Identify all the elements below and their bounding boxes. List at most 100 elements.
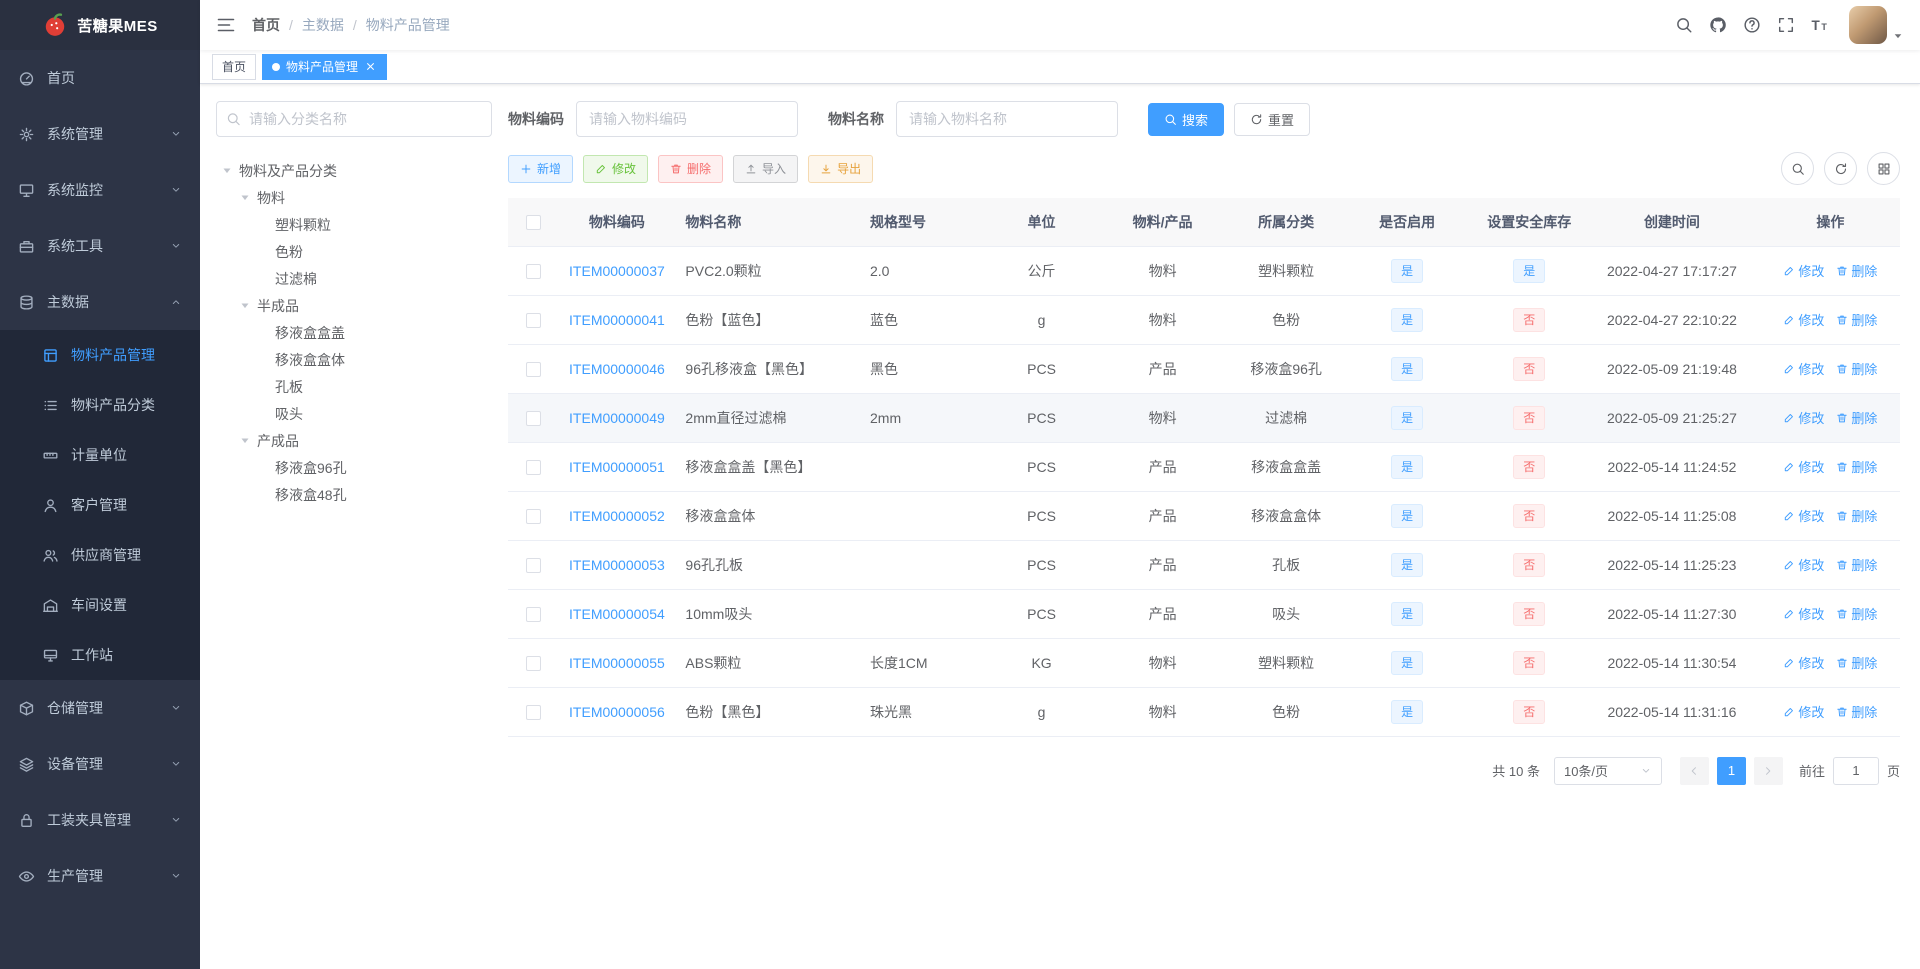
- row-checkbox[interactable]: [525, 263, 541, 279]
- tree-node[interactable]: 过滤棉: [216, 265, 492, 292]
- row-edit-button[interactable]: 修改: [1783, 408, 1824, 427]
- material-code-link[interactable]: ITEM00000041: [569, 312, 665, 328]
- row-edit-button[interactable]: 修改: [1783, 702, 1824, 721]
- row-edit-button[interactable]: 修改: [1783, 653, 1824, 672]
- user-menu[interactable]: [1849, 6, 1904, 44]
- row-edit-button[interactable]: 修改: [1783, 359, 1824, 378]
- sidebar-item[interactable]: 仓储管理: [0, 680, 200, 736]
- sidebar-subitem[interactable]: 供应商管理: [0, 530, 200, 580]
- delete-button[interactable]: 删除: [658, 154, 724, 183]
- fullscreen-icon[interactable]: [1777, 16, 1795, 34]
- row-checkbox[interactable]: [525, 704, 541, 720]
- row-edit-button[interactable]: 修改: [1783, 604, 1824, 623]
- sidebar-subitem[interactable]: 计量单位: [0, 430, 200, 480]
- tree-node[interactable]: 塑料颗粒: [216, 211, 492, 238]
- material-code-link[interactable]: ITEM00000053: [569, 557, 665, 573]
- material-code-link[interactable]: ITEM00000046: [569, 361, 665, 377]
- tab-material-management[interactable]: 物料产品管理: [262, 53, 388, 80]
- sidebar-item[interactable]: 生产管理: [0, 848, 200, 904]
- import-button[interactable]: 导入: [733, 154, 799, 183]
- add-button[interactable]: 新增: [508, 154, 574, 183]
- row-delete-button[interactable]: 删除: [1836, 506, 1877, 525]
- caret-expand-icon[interactable]: [238, 434, 252, 448]
- caret-expand-icon[interactable]: [220, 164, 234, 178]
- row-delete-button[interactable]: 删除: [1836, 408, 1877, 427]
- tree-node[interactable]: 产成品: [216, 427, 492, 454]
- sidebar-item[interactable]: 首页: [0, 50, 200, 106]
- avatar[interactable]: [1849, 6, 1887, 44]
- tree-node[interactable]: 孔板: [216, 373, 492, 400]
- row-delete-button[interactable]: 删除: [1836, 310, 1877, 329]
- row-delete-button[interactable]: 删除: [1836, 359, 1877, 378]
- sidebar-item[interactable]: 设备管理: [0, 736, 200, 792]
- material-code-link[interactable]: ITEM00000037: [569, 263, 665, 279]
- sidebar-item[interactable]: 工装夹具管理: [0, 792, 200, 848]
- row-checkbox[interactable]: [525, 459, 541, 475]
- category-search-input[interactable]: [216, 101, 492, 137]
- row-delete-button[interactable]: 删除: [1836, 653, 1877, 672]
- row-checkbox[interactable]: [525, 508, 541, 524]
- refresh-button[interactable]: [1824, 152, 1857, 185]
- row-delete-button[interactable]: 删除: [1836, 604, 1877, 623]
- sidebar-subitem[interactable]: 物料产品管理: [0, 330, 200, 380]
- search-button[interactable]: 搜索: [1148, 102, 1225, 136]
- goto-page-input[interactable]: [1832, 756, 1879, 785]
- close-icon[interactable]: [364, 60, 377, 73]
- tree-node[interactable]: 半成品: [216, 292, 492, 319]
- row-checkbox[interactable]: [525, 361, 541, 377]
- row-edit-button[interactable]: 修改: [1783, 261, 1824, 280]
- row-delete-button[interactable]: 删除: [1836, 555, 1877, 574]
- next-page-button[interactable]: [1753, 756, 1783, 785]
- row-checkbox[interactable]: [525, 312, 541, 328]
- question-icon[interactable]: [1743, 16, 1761, 34]
- tree-node[interactable]: 移液盒96孔: [216, 454, 492, 481]
- columns-button[interactable]: [1867, 152, 1900, 185]
- sidebar-item[interactable]: 系统管理: [0, 106, 200, 162]
- textsize-icon[interactable]: TT: [1811, 16, 1829, 34]
- sidebar-subitem[interactable]: 物料产品分类: [0, 380, 200, 430]
- tree-node[interactable]: 移液盒盒盖: [216, 319, 492, 346]
- row-checkbox[interactable]: [525, 410, 541, 426]
- row-checkbox[interactable]: [525, 606, 541, 622]
- material-code-link[interactable]: ITEM00000049: [569, 410, 665, 426]
- sidebar-item[interactable]: 系统监控: [0, 162, 200, 218]
- github-icon[interactable]: [1709, 16, 1727, 34]
- row-edit-button[interactable]: 修改: [1783, 310, 1824, 329]
- caret-expand-icon[interactable]: [238, 299, 252, 313]
- page-button-1[interactable]: 1: [1716, 756, 1746, 785]
- tree-node[interactable]: 移液盒48孔: [216, 481, 492, 508]
- prev-page-button[interactable]: [1679, 756, 1709, 785]
- row-edit-button[interactable]: 修改: [1783, 457, 1824, 476]
- reset-button[interactable]: 重置: [1234, 102, 1311, 136]
- material-code-link[interactable]: ITEM00000055: [569, 655, 665, 671]
- code-filter-input[interactable]: [576, 101, 798, 137]
- sidebar-subitem[interactable]: 工作站: [0, 630, 200, 680]
- row-checkbox[interactable]: [525, 557, 541, 573]
- tree-node[interactable]: 物料及产品分类: [216, 157, 492, 184]
- row-edit-button[interactable]: 修改: [1783, 555, 1824, 574]
- row-delete-button[interactable]: 删除: [1836, 702, 1877, 721]
- breadcrumb-item[interactable]: 首页: [252, 15, 280, 35]
- sidebar-item[interactable]: 主数据: [0, 274, 200, 330]
- tree-node[interactable]: 移液盒盒体: [216, 346, 492, 373]
- tree-node[interactable]: 色粉: [216, 238, 492, 265]
- sidebar-item[interactable]: 系统工具: [0, 218, 200, 274]
- edit-button[interactable]: 修改: [583, 154, 649, 183]
- row-edit-button[interactable]: 修改: [1783, 506, 1824, 525]
- name-filter-input[interactable]: [896, 101, 1118, 137]
- tree-node[interactable]: 物料: [216, 184, 492, 211]
- sidebar-subitem[interactable]: 车间设置: [0, 580, 200, 630]
- sidebar-subitem[interactable]: 客户管理: [0, 480, 200, 530]
- app-logo[interactable]: 苦糖果MES: [0, 0, 200, 50]
- material-code-link[interactable]: ITEM00000051: [569, 459, 665, 475]
- hamburger-icon[interactable]: [216, 15, 236, 35]
- caret-expand-icon[interactable]: [238, 191, 252, 205]
- export-button[interactable]: 导出: [808, 154, 874, 183]
- select-all-checkbox[interactable]: [525, 215, 541, 231]
- tab-home[interactable]: 首页: [212, 53, 257, 80]
- row-checkbox[interactable]: [525, 655, 541, 671]
- page-size-select[interactable]: 10条/页: [1553, 756, 1662, 785]
- toggle-search-button[interactable]: [1781, 152, 1814, 185]
- row-delete-button[interactable]: 删除: [1836, 457, 1877, 476]
- material-code-link[interactable]: ITEM00000056: [569, 704, 665, 720]
